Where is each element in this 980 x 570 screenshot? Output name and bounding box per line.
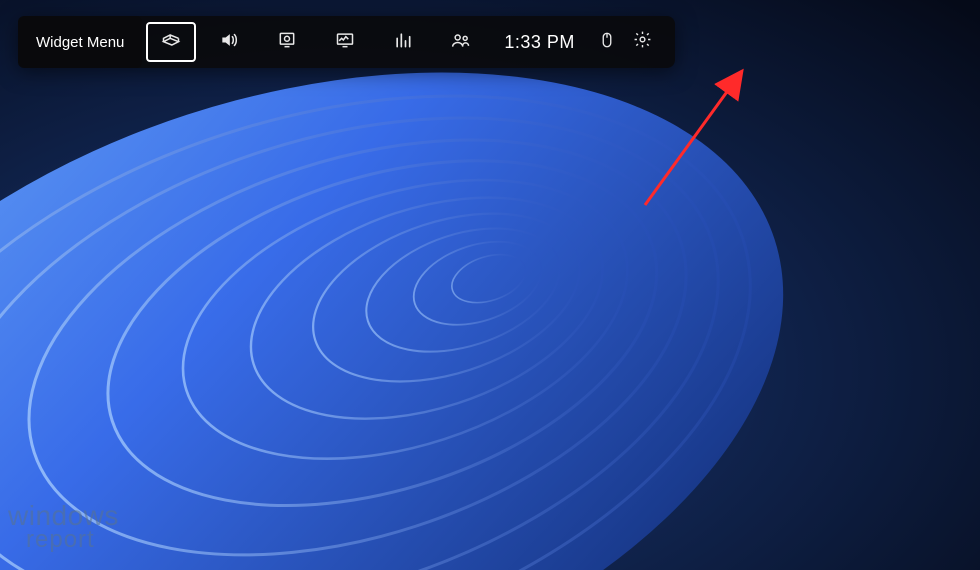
resources-icon — [393, 30, 413, 55]
widget-menu-tooltip: Widget Menu — [18, 16, 142, 68]
capture-icon — [277, 30, 297, 55]
capture-button[interactable] — [262, 22, 312, 62]
desktop-wallpaper — [0, 0, 980, 570]
audio-icon — [219, 30, 239, 55]
social-icon — [451, 30, 471, 55]
xbox-game-bar: Widget Menu — [18, 16, 675, 68]
mouse-icon — [598, 31, 616, 54]
gear-icon — [633, 30, 652, 54]
audio-button[interactable] — [204, 22, 254, 62]
watermark-line1: windows — [8, 503, 119, 530]
widget-icon — [161, 30, 181, 55]
resources-button[interactable] — [378, 22, 428, 62]
watermark-line2: report — [8, 529, 119, 552]
mouse-passthrough-button[interactable] — [589, 22, 625, 62]
xbox-social-button[interactable] — [436, 22, 486, 62]
performance-icon — [335, 30, 355, 55]
watermark: windows report — [8, 503, 119, 552]
settings-button[interactable] — [625, 22, 661, 62]
performance-button[interactable] — [320, 22, 370, 62]
clock: 1:33 PM — [490, 32, 589, 53]
widget-menu-button[interactable] — [146, 22, 196, 62]
